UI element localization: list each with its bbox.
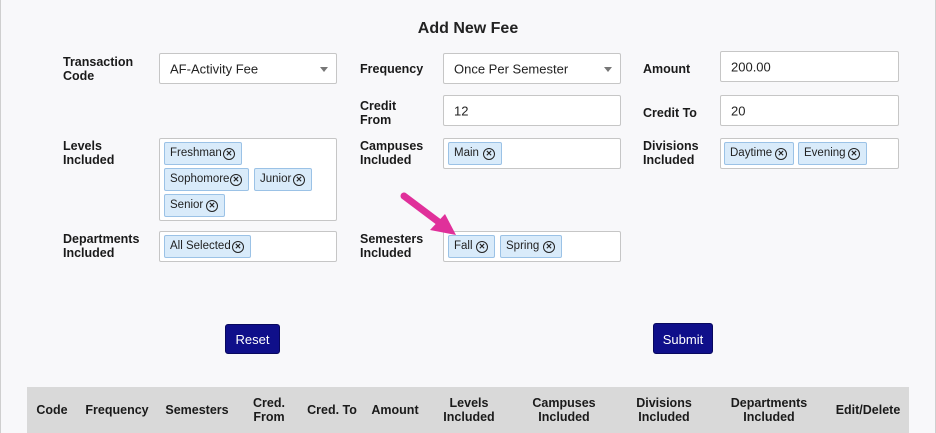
- tag-all-selected: All Selected ✕: [164, 235, 251, 258]
- amount-label: Amount: [643, 62, 691, 76]
- frequency-value: Once Per Semester: [454, 61, 569, 76]
- col-campuses[interactable]: Campuses Included: [525, 387, 603, 433]
- close-circle-icon[interactable]: ✕: [206, 200, 218, 212]
- credit-to-label: Credit To: [643, 106, 697, 120]
- credit-from-value: 12: [454, 103, 469, 118]
- chevron-down-icon: [320, 66, 328, 72]
- tag-freshman: Freshman ✕: [164, 142, 242, 165]
- submit-button[interactable]: Submit: [653, 323, 713, 354]
- arrow-icon: [400, 192, 456, 235]
- col-departments[interactable]: Departments Included: [723, 387, 815, 433]
- fees-table-header: Code Frequency Semesters Cred. From Cred…: [27, 387, 909, 433]
- col-amount[interactable]: Amount: [365, 387, 425, 433]
- close-circle-icon[interactable]: ✕: [230, 174, 242, 186]
- levels-label: Levels Included: [63, 139, 115, 167]
- col-frequency[interactable]: Frequency: [79, 387, 155, 433]
- departments-multiselect[interactable]: All Selected ✕: [159, 231, 337, 262]
- tag-senior: Senior ✕: [164, 194, 225, 217]
- tag-evening: Evening ✕: [798, 142, 867, 165]
- amount-input[interactable]: 200.00: [720, 51, 899, 82]
- transaction-code-select[interactable]: AF-Activity Fee: [159, 53, 337, 84]
- close-circle-icon[interactable]: ✕: [775, 148, 787, 160]
- semesters-multiselect[interactable]: Fall ✕ Spring ✕: [443, 231, 621, 262]
- departments-label: Departments Included: [63, 232, 140, 260]
- close-circle-icon[interactable]: ✕: [293, 174, 305, 186]
- col-edit-delete[interactable]: Edit/Delete: [833, 387, 903, 433]
- tag-main: Main ✕: [448, 142, 502, 165]
- credit-to-input[interactable]: 20: [720, 95, 899, 126]
- tag-sophomore: Sophomore ✕: [164, 168, 249, 191]
- reset-button[interactable]: Reset: [225, 324, 280, 354]
- tag-daytime: Daytime ✕: [724, 142, 794, 165]
- divisions-multiselect[interactable]: Daytime ✕ Evening ✕: [720, 138, 899, 169]
- tag-junior: Junior ✕: [254, 168, 312, 191]
- divisions-label: Divisions Included: [643, 139, 699, 167]
- credit-to-value: 20: [731, 103, 746, 118]
- close-circle-icon[interactable]: ✕: [848, 148, 860, 160]
- frequency-select[interactable]: Once Per Semester: [443, 53, 621, 84]
- close-circle-icon[interactable]: ✕: [543, 241, 555, 253]
- col-divisions[interactable]: Divisions Included: [627, 387, 701, 433]
- amount-value: 200.00: [731, 59, 771, 74]
- credit-from-input[interactable]: 12: [443, 95, 621, 126]
- col-cred-to[interactable]: Cred. To: [307, 387, 357, 433]
- close-circle-icon[interactable]: ✕: [223, 148, 235, 160]
- credit-from-label: Credit From: [360, 99, 397, 127]
- chevron-down-icon: [604, 66, 612, 72]
- col-cred-from[interactable]: Cred. From: [244, 387, 294, 433]
- transaction-code-label: Transaction Code: [63, 55, 134, 83]
- close-circle-icon[interactable]: ✕: [483, 148, 495, 160]
- tag-spring: Spring ✕: [500, 235, 562, 258]
- campuses-multiselect[interactable]: Main ✕: [443, 138, 621, 169]
- col-levels[interactable]: Levels Included: [439, 387, 499, 433]
- levels-multiselect[interactable]: Freshman ✕ Sophomore ✕ Junior ✕ Senior ✕: [159, 138, 337, 221]
- transaction-code-value: AF-Activity Fee: [170, 61, 259, 76]
- page-title: Add New Fee: [417, 20, 519, 37]
- col-semesters[interactable]: Semesters: [159, 387, 235, 433]
- col-code[interactable]: Code: [27, 387, 77, 433]
- frequency-label: Frequency: [360, 62, 424, 76]
- campuses-label: Campuses Included: [360, 139, 424, 167]
- close-circle-icon[interactable]: ✕: [232, 241, 244, 253]
- close-circle-icon[interactable]: ✕: [476, 241, 488, 253]
